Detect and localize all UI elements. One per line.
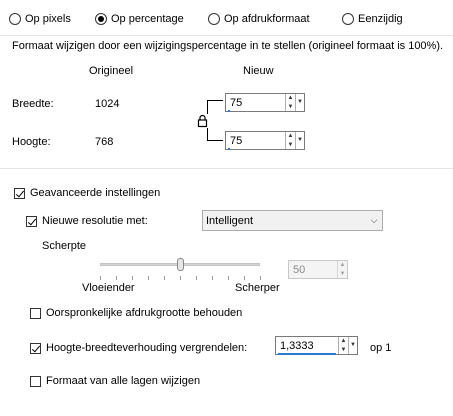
radio-label: Op afdrukformaat xyxy=(224,13,310,25)
slider-tick xyxy=(164,276,165,280)
aspect-ratio-value: 1,3333 xyxy=(280,339,314,352)
selected-option: Intelligent xyxy=(206,214,254,227)
height-new-spinner[interactable]: 75 ▲ ▼ ▼ xyxy=(225,131,305,150)
radio-label: Op percentage xyxy=(111,13,184,25)
sharpness-slider-thumb[interactable] xyxy=(177,258,184,271)
decrement-arrow-icon[interactable]: ▼ xyxy=(338,270,347,279)
radio-indicator xyxy=(208,13,220,25)
sharpness-value: 50 xyxy=(293,263,306,276)
width-original-value: 1024 xyxy=(95,98,120,110)
spinner-progress xyxy=(228,148,230,150)
increment-arrow-icon[interactable]: ▲ xyxy=(286,94,295,103)
spinner-arrows[interactable]: ▲ ▼ xyxy=(338,337,348,354)
resize-all-layers-checkbox[interactable]: Formaat van alle lagen wijzigen xyxy=(30,374,200,388)
separator xyxy=(0,168,453,169)
chevron-down-icon: ⌵ xyxy=(370,215,378,225)
height-new-value: 75 xyxy=(230,134,243,147)
decrement-arrow-icon[interactable]: ▼ xyxy=(286,103,295,112)
aspect-ratio-suffix: op 1 xyxy=(370,342,392,354)
width-new-value: 75 xyxy=(230,96,243,109)
lock-icon[interactable] xyxy=(197,114,208,128)
checkbox-label: Geavanceerde instellingen xyxy=(30,187,161,199)
new-resolution-checkbox[interactable]: Nieuwe resolutie met: xyxy=(26,214,148,228)
radio-indicator xyxy=(342,13,354,25)
width-new-spinner[interactable]: 75 ▲ ▼ ▼ xyxy=(225,93,305,112)
height-original-value: 768 xyxy=(95,136,114,148)
resolution-method-select[interactable]: Intelligent ⌵ xyxy=(202,210,383,231)
radio-indicator xyxy=(9,13,21,25)
dropdown-arrow-icon[interactable]: ▼ xyxy=(295,94,304,111)
checkbox-label: Oorspronkelijke afdrukgrootte behouden xyxy=(46,307,243,319)
sharpness-title: Scherpte xyxy=(42,240,87,252)
sharpness-left-label: Vloeiender xyxy=(82,282,135,294)
slider-tick xyxy=(260,276,261,280)
description-text: Formaat wijzigen door een wijzigingsperc… xyxy=(12,40,444,52)
dropdown-arrow-icon[interactable]: ▼ xyxy=(348,337,357,354)
spinner-progress xyxy=(228,110,230,112)
keep-print-size-checkbox[interactable]: Oorspronkelijke afdrukgrootte behouden xyxy=(30,306,242,320)
increment-arrow-icon[interactable]: ▲ xyxy=(339,337,348,346)
checkbox-indicator xyxy=(14,187,25,199)
radio-one-sided[interactable]: Eenzijdig xyxy=(342,11,403,27)
slider-tick xyxy=(212,276,213,280)
slider-tick xyxy=(228,276,229,280)
decrement-arrow-icon[interactable]: ▼ xyxy=(339,346,348,355)
checkbox-label: Formaat van alle lagen wijzigen xyxy=(46,375,201,387)
slider-tick xyxy=(244,276,245,280)
aspect-ratio-spinner[interactable]: 1,3333 ▲ ▼ ▼ xyxy=(275,336,358,355)
advanced-settings-checkbox[interactable]: Geavanceerde instellingen xyxy=(14,186,160,200)
spinner-progress xyxy=(278,353,336,355)
height-label: Hoogte: xyxy=(12,136,51,148)
checkbox-indicator xyxy=(30,307,41,319)
slider-tick xyxy=(100,276,101,280)
slider-tick xyxy=(148,276,149,280)
checkbox-indicator xyxy=(26,215,37,227)
slider-tick xyxy=(116,276,117,280)
increment-arrow-icon[interactable]: ▲ xyxy=(286,132,295,141)
dropdown-arrow-icon[interactable]: ▼ xyxy=(295,132,304,149)
aspect-bracket-top xyxy=(207,100,223,101)
radio-indicator xyxy=(95,13,107,25)
width-label: Breedte: xyxy=(12,98,54,110)
slider-tick xyxy=(196,276,197,280)
increment-arrow-icon[interactable]: ▲ xyxy=(338,261,347,270)
separator xyxy=(0,35,453,36)
radio-label: Eenzijdig xyxy=(358,13,403,25)
radio-by-pixels[interactable]: Op pixels xyxy=(9,11,71,27)
radio-by-print-size[interactable]: Op afdrukformaat xyxy=(208,11,310,27)
spinner-arrows[interactable]: ▲ ▼ xyxy=(285,132,295,149)
slider-tick xyxy=(132,276,133,280)
sharpness-right-label: Scherper xyxy=(235,282,280,294)
slider-tick xyxy=(180,276,181,280)
lock-aspect-checkbox[interactable]: Hoogte-breedteverhouding vergrendelen: xyxy=(30,341,247,355)
radio-by-percentage[interactable]: Op percentage xyxy=(95,11,184,27)
aspect-bracket-bottom xyxy=(207,140,223,141)
radio-label: Op pixels xyxy=(25,13,71,25)
checkbox-label: Nieuwe resolutie met: xyxy=(42,215,148,227)
spinner-arrows[interactable]: ▲ ▼ xyxy=(285,94,295,111)
decrement-arrow-icon[interactable]: ▼ xyxy=(286,141,295,150)
checkbox-indicator xyxy=(30,342,41,354)
checkbox-label: Hoogte-breedteverhouding vergrendelen: xyxy=(46,342,248,354)
checkbox-indicator xyxy=(30,375,41,387)
column-header-original: Origineel xyxy=(89,65,134,77)
spinner-arrows[interactable]: ▲ ▼ xyxy=(337,261,347,278)
sharpness-value-spinner[interactable]: 50 ▲ ▼ xyxy=(288,260,348,279)
column-header-new: Nieuw xyxy=(243,65,274,77)
